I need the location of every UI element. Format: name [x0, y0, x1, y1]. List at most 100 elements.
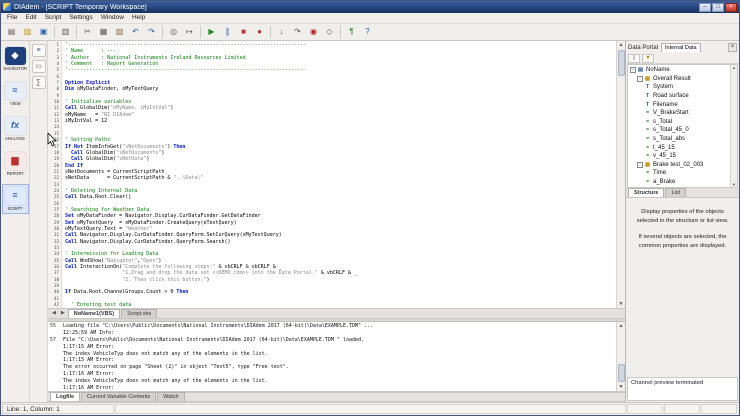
- new-script-icon[interactable]: ▤: [4, 25, 19, 39]
- portal-view-tab-structure[interactable]: Structure: [628, 188, 664, 197]
- editor-tab-noname1-vbs[interactable]: NoName1(VBS): [68, 309, 120, 318]
- watch-icon[interactable]: ◇: [322, 25, 337, 39]
- menu-edit[interactable]: Edit: [21, 13, 40, 23]
- tree-item-road-surface[interactable]: TRoad surface: [628, 92, 730, 101]
- tree-item-label: t_45_15: [653, 145, 675, 151]
- find-icon[interactable]: ◎: [166, 25, 181, 39]
- pause-script-icon[interactable]: ∥: [220, 25, 235, 39]
- sidebar-item-analysis[interactable]: fxANALYSIS: [2, 114, 29, 144]
- scroll-down-icon[interactable]: ▼: [619, 301, 624, 307]
- script-editor[interactable]: 1234567891011121314151617181920212223242…: [48, 41, 625, 309]
- menu-settings[interactable]: Settings: [65, 13, 97, 23]
- menu-help[interactable]: Help: [128, 13, 149, 23]
- tree-item-overall-result[interactable]: -▦Overall Result: [628, 75, 730, 84]
- sidebar-item-script[interactable]: ≡SCRIPT: [2, 184, 29, 214]
- log-tab-logfile[interactable]: Logfile: [50, 392, 80, 401]
- log-line: 1:17:15 AM Error:: [50, 344, 616, 351]
- portal-close-icon[interactable]: ×: [728, 43, 737, 52]
- cut-icon[interactable]: ✂: [80, 25, 95, 39]
- scrollbar-thumb[interactable]: [618, 50, 625, 76]
- maximize-button[interactable]: □: [712, 3, 724, 12]
- tree-item-s-total[interactable]: ≈s_Total: [628, 118, 730, 127]
- root-icon: ▤: [637, 67, 644, 73]
- tree-item-s-total-abs[interactable]: ≈s_Total_abs: [628, 135, 730, 144]
- collapse-icon[interactable]: -: [637, 162, 643, 168]
- portal-filter-icon[interactable]: ▼: [642, 54, 654, 63]
- step-over-icon[interactable]: ↷: [290, 25, 305, 39]
- unit-manager-icon[interactable]: ∑: [32, 76, 46, 89]
- stop-script-icon[interactable]: ■: [236, 25, 251, 39]
- sidebar-item-view[interactable]: ≈VIEW: [2, 79, 29, 109]
- menu-file[interactable]: File: [3, 13, 21, 23]
- log-line-text: Loading file "C:\Users\Public\Documents\…: [63, 323, 373, 329]
- log-line-text: 12:25:59 AM Info:: [63, 330, 114, 336]
- print-icon[interactable]: ▥: [58, 25, 73, 39]
- save-icon[interactable]: ▣: [36, 25, 51, 39]
- tree-item-time[interactable]: ≈Time: [628, 169, 730, 178]
- step-into-icon[interactable]: ↓: [274, 25, 289, 39]
- tab-internal-data[interactable]: Internal Data: [661, 43, 701, 52]
- breakpoint-icon[interactable]: ◉: [306, 25, 321, 39]
- editor-tab-script-vbs[interactable]: Script.vbs: [121, 309, 157, 318]
- portal-view-tab-list[interactable]: List: [665, 188, 686, 197]
- collapse-icon[interactable]: -: [637, 76, 643, 82]
- minimize-button[interactable]: –: [699, 3, 711, 12]
- logfile-output: 55Loading file "C:\Users\Public\Document…: [48, 322, 616, 391]
- statusbar-cell: [664, 404, 700, 414]
- dialog-editor-icon[interactable]: ▭: [32, 60, 46, 73]
- log-line-text: File "C:\Users\Public\Documents\National…: [63, 337, 364, 343]
- navigator-icon: ◆: [5, 47, 26, 65]
- undo-icon[interactable]: ↶: [128, 25, 143, 39]
- tree-item-noname[interactable]: -▤NoName: [628, 66, 730, 75]
- toolbar-separator: [200, 26, 201, 38]
- log-tab-current-variable-contents[interactable]: Current Variable Contents: [81, 392, 156, 401]
- tree-item-v-45-15[interactable]: ≈v_45_15: [628, 152, 730, 161]
- portal-view-tab-bar: StructureList: [626, 188, 739, 198]
- tree-item-label: a_Brake: [653, 179, 675, 185]
- scroll-up-icon[interactable]: ▲: [619, 323, 624, 329]
- sidebar-item-navigator[interactable]: ◆NAVIGATOR: [2, 44, 29, 74]
- log-vertical-scrollbar[interactable]: ▲ ▼: [616, 322, 625, 391]
- goto-line-icon[interactable]: ↦: [182, 25, 197, 39]
- portal-new-icon[interactable]: ▯: [628, 54, 640, 63]
- menu-bar: FileEditScriptSettingsWindowHelp: [1, 13, 739, 24]
- tree-item-label: Road surface: [653, 93, 689, 99]
- tree-vertical-scrollbar[interactable]: ▲ ▼: [730, 65, 737, 187]
- help-icon[interactable]: ?: [360, 25, 375, 39]
- menu-script[interactable]: Script: [41, 13, 66, 23]
- collapse-icon[interactable]: -: [630, 67, 636, 73]
- editor-vertical-scrollbar[interactable]: ▲ ▼: [616, 41, 625, 308]
- scrollbar-thumb[interactable]: [618, 364, 625, 382]
- log-tab-watch[interactable]: Watch: [157, 392, 184, 401]
- statusbar-cell: [627, 404, 663, 414]
- copy-icon[interactable]: ▦: [96, 25, 111, 39]
- group-icon: ▦: [644, 162, 651, 168]
- sidebar-item-report[interactable]: ▆REPORT: [2, 149, 29, 179]
- script-tool-rail: ≡ ▭ ∑: [30, 41, 48, 402]
- scroll-up-icon[interactable]: ▲: [732, 65, 736, 70]
- redo-icon[interactable]: ↷: [144, 25, 159, 39]
- comment-icon[interactable]: ¶: [344, 25, 359, 39]
- tree-item-filename[interactable]: TFilename: [628, 100, 730, 109]
- scroll-down-icon[interactable]: ▼: [619, 384, 624, 390]
- scroll-up-icon[interactable]: ▲: [619, 42, 624, 48]
- script-editor-icon[interactable]: ≡: [32, 44, 46, 57]
- tabs-scroll-right-icon[interactable]: ▶: [59, 309, 67, 318]
- menu-window[interactable]: Window: [97, 13, 128, 23]
- tree-item-t-45-15[interactable]: ≈t_45_15: [628, 143, 730, 152]
- tree-item-brake-test-02-003[interactable]: -▦Brake test_02_003: [628, 161, 730, 170]
- code-area[interactable]: '---------------------------------------…: [62, 41, 616, 308]
- open-icon[interactable]: ▨: [20, 25, 35, 39]
- tree-item-system[interactable]: TSystem: [628, 83, 730, 92]
- tree-item-s-total-45-0[interactable]: ≈s_Total_45_0: [628, 126, 730, 135]
- record-script-icon[interactable]: ●: [252, 25, 267, 39]
- paste-icon[interactable]: ▧: [112, 25, 127, 39]
- run-script-icon[interactable]: ▶: [204, 25, 219, 39]
- toolbar: ▤▨▣▥✂▦▧↶↷◎↦▶∥■●↓↷◉◇¶?: [1, 24, 739, 41]
- log-line-text: 1:17:16 AM Error:: [63, 385, 114, 391]
- tree-item-v-brakestart[interactable]: ≈V_BrakeStart: [628, 109, 730, 118]
- scroll-down-icon[interactable]: ▼: [732, 182, 736, 187]
- close-button[interactable]: ×: [725, 3, 737, 12]
- tabs-scroll-left-icon[interactable]: ◀: [50, 309, 58, 318]
- tree-item-a-brake[interactable]: ≈a_Brake: [628, 178, 730, 187]
